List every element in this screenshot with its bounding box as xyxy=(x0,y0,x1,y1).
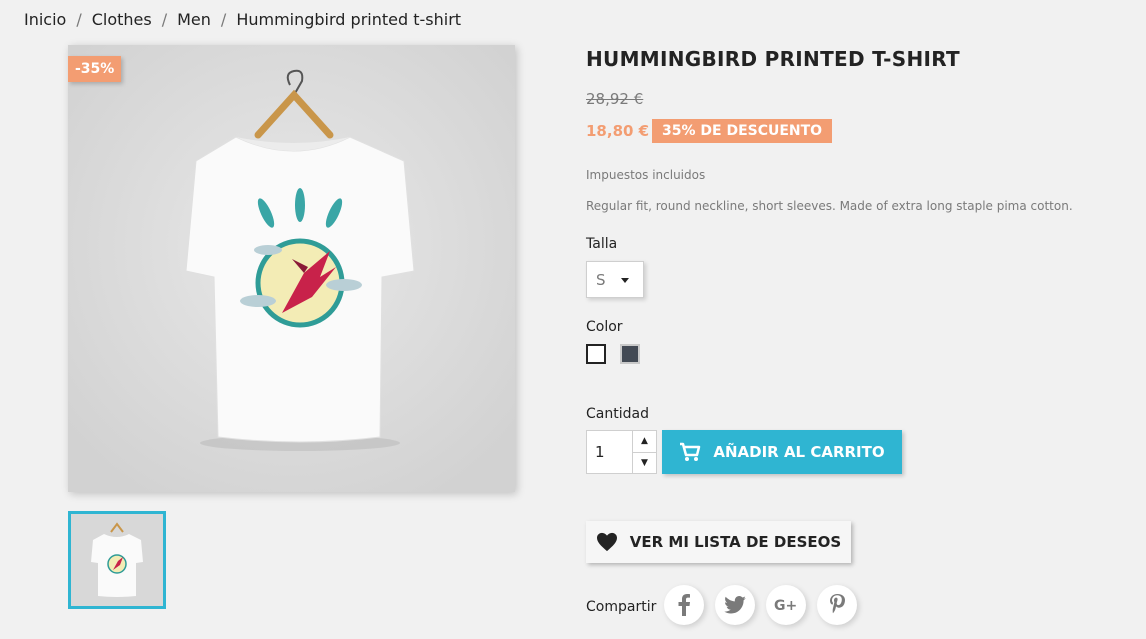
current-price: 18,80 € xyxy=(586,122,650,140)
discount-flag: -35% xyxy=(68,56,122,82)
heart-icon xyxy=(596,532,617,552)
wishlist-label: VER MI LISTA DE DESEOS xyxy=(629,533,842,551)
tax-label: Impuestos incluidos xyxy=(586,168,706,182)
color-swatch-grey[interactable] xyxy=(620,344,640,364)
regular-price: 28,92 € xyxy=(586,90,644,108)
color-label: Color xyxy=(586,319,623,335)
product-main-image[interactable]: -35% xyxy=(68,45,515,492)
breadcrumb-separator: / xyxy=(76,10,82,29)
cart-icon xyxy=(680,442,701,461)
breadcrumb-separator: / xyxy=(161,10,168,29)
size-label: Talla xyxy=(586,236,618,252)
product-thumbnail[interactable] xyxy=(68,511,166,609)
product-description: Regular fit, round neckline, short sleev… xyxy=(586,199,1073,213)
color-swatch-white[interactable] xyxy=(586,344,606,364)
breadcrumb-inicio[interactable]: Inicio xyxy=(24,10,66,29)
breadcrumb-current[interactable]: Hummingbird printed t-shirt xyxy=(236,10,461,29)
share-label: Compartir xyxy=(586,599,657,615)
breadcrumb-men[interactable]: Men xyxy=(177,10,211,29)
quantity-decrease-button[interactable]: ▼ xyxy=(633,453,656,474)
breadcrumb: Inicio / Clothes / Men / Hummingbird pri… xyxy=(24,10,461,29)
product-title: HUMMINGBIRD PRINTED T-SHIRT xyxy=(586,47,960,71)
twitter-icon[interactable] xyxy=(715,585,755,625)
add-to-cart-button[interactable]: AÑADIR AL CARRITO xyxy=(662,430,902,474)
breadcrumb-clothes[interactable]: Clothes xyxy=(92,10,152,29)
tshirt-illustration xyxy=(68,45,515,492)
google-plus-icon[interactable]: G+ xyxy=(766,585,806,625)
wishlist-button[interactable]: VER MI LISTA DE DESEOS xyxy=(586,521,851,563)
chevron-down-icon xyxy=(621,278,629,283)
quantity-increase-button[interactable]: ▲ xyxy=(633,431,656,453)
quantity-label: Cantidad xyxy=(586,406,649,422)
facebook-icon[interactable] xyxy=(664,585,704,625)
svg-text:G+: G+ xyxy=(774,598,797,613)
add-to-cart-label: AÑADIR AL CARRITO xyxy=(713,443,885,461)
discount-badge: 35% DE DESCUENTO xyxy=(652,119,833,143)
quantity-stepper: 1 ▲ ▼ xyxy=(586,430,657,474)
thumbnail-image xyxy=(71,514,163,606)
size-select[interactable]: S xyxy=(586,261,644,298)
pinterest-icon[interactable] xyxy=(817,585,857,625)
size-value: S xyxy=(596,270,606,289)
quantity-input[interactable]: 1 xyxy=(587,431,632,473)
breadcrumb-separator: / xyxy=(220,10,227,29)
